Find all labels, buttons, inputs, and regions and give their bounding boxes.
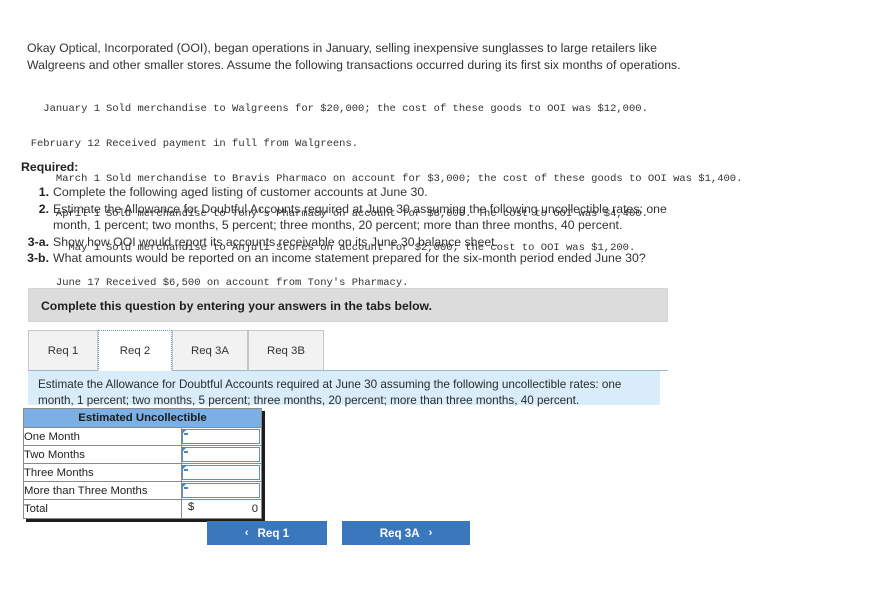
amount-input-two-months[interactable] (182, 447, 260, 462)
total-value-cell: $ 0 (181, 499, 262, 519)
requirement-item-2: 2. Estimate the Allowance for Doubtful A… (27, 201, 687, 234)
amount-input-three-months[interactable] (182, 465, 260, 480)
input-cell-three-months[interactable] (181, 463, 262, 482)
table-header-row: Estimated Uncollectible (23, 408, 262, 428)
table-row: More than Three Months (23, 481, 262, 500)
prev-req-button[interactable]: ‹ Req 1 (207, 521, 327, 545)
next-req-label: Req 3A (379, 526, 420, 540)
transaction-date: January 1 (43, 103, 100, 116)
requirement-number: 3-a. (27, 234, 49, 249)
tab-instruction-panel: Estimate the Allowance for Doubtful Acco… (28, 371, 660, 407)
table-row: Three Months (23, 463, 262, 482)
transaction-date: February 12 (30, 137, 100, 150)
problem-intro-text: Okay Optical, Incorporated (OOI), began … (27, 41, 681, 72)
tab-req-3a[interactable]: Req 3A (172, 330, 248, 371)
requirement-item-3b: 3-b. What amounts would be reported on a… (27, 250, 687, 267)
tab-label: Req 1 (47, 344, 79, 357)
input-cell-more-than-three-months[interactable] (181, 481, 262, 500)
input-cell-one-month[interactable] (181, 427, 262, 446)
tab-label: Req 3A (191, 344, 229, 357)
requirements-list: 1. Complete the following aged listing o… (27, 184, 687, 267)
transaction-row: January 1 Sold merchandise to Walgreens f… (18, 103, 742, 116)
row-label-two-months: Two Months (23, 445, 182, 464)
requirement-item-1: 1. Complete the following aged listing o… (27, 184, 687, 201)
tab-req-2[interactable]: Req 2 (98, 330, 172, 371)
tab-label: Req 2 (119, 344, 151, 357)
amount-input-one-month[interactable] (182, 429, 260, 444)
table-header-label: Estimated Uncollectible (23, 408, 262, 428)
requirement-text: Complete the following aged listing of c… (53, 185, 428, 199)
prev-req-label: Req 1 (257, 526, 290, 540)
row-label-more-than-three-months: More than Three Months (23, 481, 182, 500)
requirement-number: 3-b. (27, 251, 49, 266)
tab-label: Req 3B (267, 344, 305, 357)
requirement-number: 1. (38, 185, 49, 199)
question-page: Okay Optical, Incorporated (OOI), began … (0, 0, 877, 610)
required-heading: Required: (21, 160, 79, 174)
requirement-number: 2. (38, 201, 49, 216)
requirement-text: What amounts would be reported on an inc… (53, 251, 646, 266)
tab-req-3b[interactable]: Req 3B (248, 330, 324, 371)
transaction-description: Sold merchandise to Bravis Pharmaco on a… (106, 172, 743, 185)
transaction-description: Received payment in full from Walgreens. (106, 137, 359, 150)
requirement-text: Estimate the Allowance for Doubtful Acco… (53, 201, 667, 233)
currency-symbol: $ (188, 501, 195, 513)
tab-strip: Req 1 Req 2 Req 3A Req 3B (28, 330, 668, 371)
amount-input-more-than-three-months[interactable] (182, 483, 260, 498)
chevron-left-icon: ‹ (244, 526, 249, 539)
requirement-text: Show how OOI would report its accounts r… (53, 234, 498, 249)
transaction-row: February 12 Received payment in full from… (18, 137, 742, 151)
row-label-one-month: One Month (23, 427, 182, 446)
requirement-item-3a: 3-a. Show how OOI would report its accou… (27, 234, 687, 251)
instruction-bar-text: Complete this question by entering your … (41, 299, 432, 313)
next-req-button[interactable]: Req 3A › (342, 521, 470, 545)
row-label-three-months: Three Months (23, 463, 182, 482)
table-row: One Month (23, 427, 262, 446)
instruction-bar: Complete this question by entering your … (28, 288, 668, 322)
chevron-right-icon: › (428, 526, 433, 539)
transaction-description: Sold merchandise to Walgreens for $20,00… (106, 103, 648, 116)
estimated-uncollectible-table: Estimated Uncollectible One Month Two Mo… (23, 408, 262, 519)
table-row: Two Months (23, 445, 262, 464)
tab-req-1[interactable]: Req 1 (28, 330, 98, 371)
input-cell-two-months[interactable] (181, 445, 262, 464)
table-total-row: Total $ 0 (23, 499, 262, 519)
row-label-total: Total (23, 499, 182, 519)
answer-table-wrapper: Estimated Uncollectible One Month Two Mo… (23, 408, 262, 519)
